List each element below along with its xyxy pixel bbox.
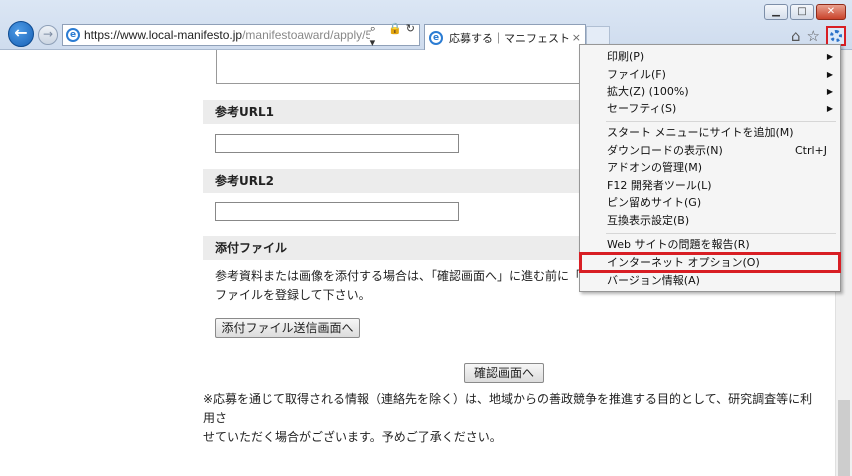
menu-item-pinned-sites[interactable]: ピン留めサイト(G) (581, 194, 839, 211)
maximize-button[interactable]: □ (790, 4, 814, 20)
refresh-icon[interactable]: ↻ (406, 22, 415, 49)
menu-item-label: アドオンの管理(M) (607, 161, 703, 174)
menu-item-label: ダウンロードの表示(N) (607, 144, 723, 157)
close-window-button[interactable]: ✕ (816, 4, 846, 20)
menu-item-addons[interactable]: アドオンの管理(M) (581, 159, 839, 176)
menu-item-label: F12 開発者ツール(L) (607, 179, 712, 192)
browser-tab-active[interactable]: e 応募する｜マニフェスト... × (424, 24, 586, 50)
url-path: /manifestoaward/apply/56/ (242, 28, 370, 42)
menu-separator (606, 233, 836, 234)
forward-button[interactable]: → (38, 25, 58, 45)
url-host: https://www.local-manifesto.jp (84, 28, 243, 42)
section-title-url1: 参考URL1 (203, 100, 603, 124)
url-text[interactable]: https://www.local-manifesto.jp/manifesto… (84, 28, 370, 42)
attach-instructions-line2: ファイルを登録して下さい。 (215, 288, 371, 302)
tab-close-icon[interactable]: × (572, 31, 581, 44)
window-controls: ▁ □ ✕ (764, 4, 846, 20)
tab-title: 応募する｜マニフェスト... (449, 31, 569, 45)
address-tools: ⌕ ▾ 🔒 ↻ (370, 22, 419, 49)
menu-item-file[interactable]: ファイル(F) ▶ (581, 66, 839, 83)
menu-item-label: スタート メニューにサイトを追加(M) (607, 126, 794, 139)
url2-input[interactable] (215, 202, 459, 221)
submenu-arrow-icon: ▶ (826, 87, 833, 96)
menu-item-label: 拡大(Z) (100%) (607, 85, 689, 98)
menu-item-compat-view[interactable]: 互換表示設定(B) (581, 212, 839, 229)
url1-input[interactable] (215, 134, 459, 153)
menu-item-downloads[interactable]: ダウンロードの表示(N) Ctrl+J (581, 142, 839, 159)
menu-item-label: Web サイトの問題を報告(R) (607, 238, 750, 251)
privacy-note: ※応募を通じて取得される情報（連絡先を除く）は、地域からの善政競争を推進する目的… (203, 390, 823, 447)
textarea-field[interactable] (216, 50, 586, 84)
menu-item-dev-tools[interactable]: F12 開発者ツール(L) (581, 177, 839, 194)
tools-menu: 印刷(P) ▶ ファイル(F) ▶ 拡大(Z) (100%) ▶ セーフティ(S) ▶ … (579, 44, 841, 292)
submenu-arrow-icon: ▶ (826, 52, 833, 61)
menu-separator (606, 121, 836, 122)
menu-item-label: バージョン情報(A) (607, 274, 700, 287)
ie-page-icon: e (66, 28, 80, 42)
section-title-attachment: 添付ファイル (203, 236, 603, 260)
attach-instructions-line1: 参考資料または画像を添付する場合は、「確認画面へ」に進む前に「添付 (215, 269, 606, 283)
menu-item-internet-options[interactable]: インターネット オプション(O) (579, 252, 841, 273)
home-icon[interactable]: ⌂ (791, 27, 801, 45)
section-title-url2: 参考URL2 (203, 169, 603, 193)
tab-ie-icon: e (429, 30, 443, 45)
lock-icon[interactable]: 🔒 (388, 22, 402, 49)
attach-file-button[interactable]: 添付ファイル送信画面へ (215, 318, 360, 338)
menu-item-report-problem[interactable]: Web サイトの問題を報告(R) (581, 236, 839, 253)
menu-item-add-start-menu[interactable]: スタート メニューにサイトを追加(M) (581, 124, 839, 141)
gear-icon (830, 30, 842, 42)
scrollbar-thumb[interactable] (838, 400, 850, 476)
search-dropdown-icon[interactable]: ⌕ ▾ (370, 22, 384, 49)
favorites-star-icon[interactable]: ☆ (807, 27, 820, 45)
back-button[interactable]: ← (8, 21, 34, 47)
confirm-button[interactable]: 確認画面へ (464, 363, 544, 383)
menu-item-label: ピン留めサイト(G) (607, 196, 702, 209)
menu-item-label: 互換表示設定(B) (607, 214, 690, 227)
menu-item-label: ファイル(F) (607, 68, 666, 81)
submenu-arrow-icon: ▶ (826, 104, 833, 113)
menu-item-about[interactable]: バージョン情報(A) (581, 272, 839, 289)
menu-item-print[interactable]: 印刷(P) ▶ (581, 48, 839, 65)
privacy-note-line2: せていただく場合がございます。予めご了承ください。 (203, 430, 502, 444)
privacy-note-line1: ※応募を通じて取得される情報（連絡先を除く）は、地域からの善政競争を推進する目的… (203, 392, 813, 425)
tools-gear-button[interactable] (826, 26, 846, 46)
address-bar[interactable]: e https://www.local-manifesto.jp/manifes… (62, 22, 420, 49)
minimize-button[interactable]: ▁ (764, 4, 788, 20)
menu-item-zoom[interactable]: 拡大(Z) (100%) ▶ (581, 83, 839, 100)
browser-toolbar: ▁ □ ✕ ← → e https://www.local-manifesto.… (0, 0, 852, 50)
submenu-arrow-icon: ▶ (826, 70, 833, 79)
menu-item-label: セーフティ(S) (607, 102, 677, 115)
menu-item-label: 印刷(P) (607, 50, 645, 63)
menu-item-safety[interactable]: セーフティ(S) ▶ (581, 100, 839, 117)
menu-item-label: インターネット オプション(O) (607, 256, 760, 269)
menu-shortcut: Ctrl+J (794, 144, 827, 157)
right-toolbar: ⌂ ☆ (791, 26, 846, 46)
